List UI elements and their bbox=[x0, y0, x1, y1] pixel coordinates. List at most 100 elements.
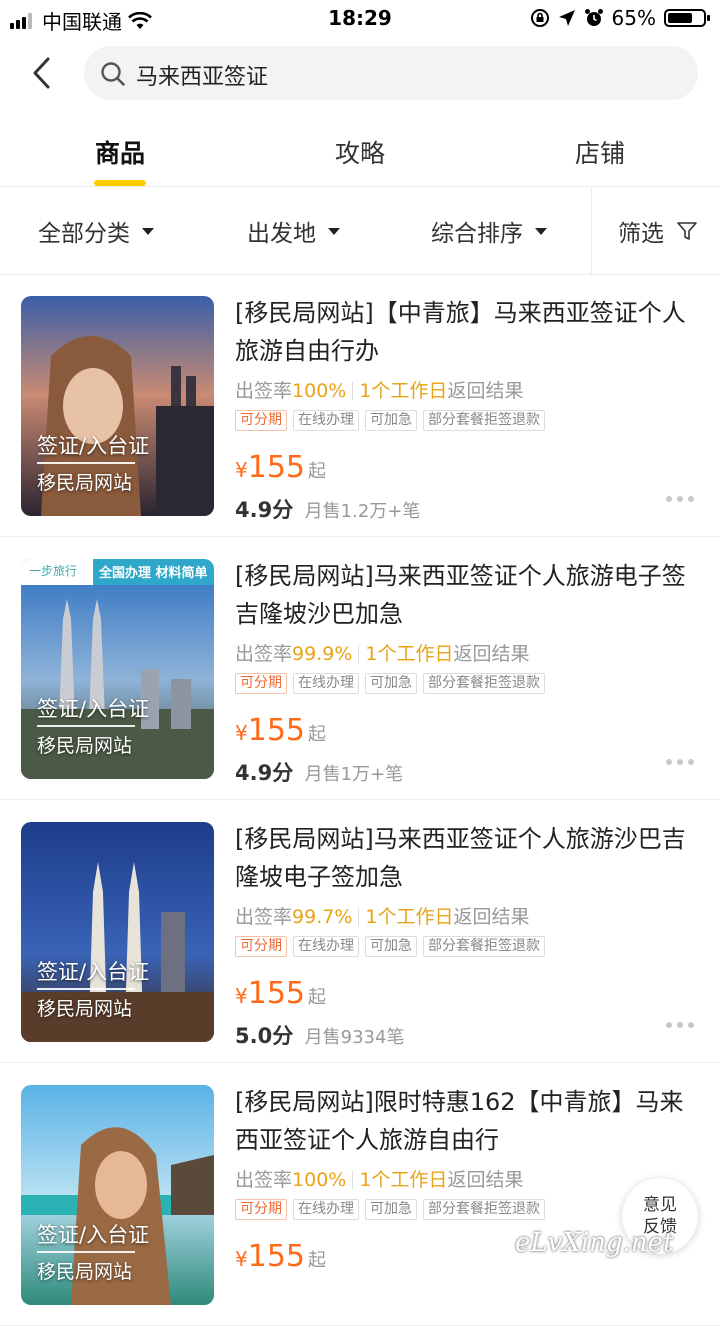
rate-label: 出签率 bbox=[235, 906, 293, 928]
tag-online: 在线办理 bbox=[293, 936, 359, 957]
thumb-banner-brand: 一步旅行 bbox=[29, 564, 78, 578]
alarm-icon bbox=[584, 9, 603, 26]
rate-line: 出签率100% 1个工作日返回结果 bbox=[235, 376, 523, 403]
product-thumbnail: 签证/入台证 移民局网站 bbox=[21, 822, 214, 1042]
thumb-divider bbox=[37, 988, 135, 990]
rating-score: 4.9分 bbox=[235, 761, 294, 785]
filter-sort[interactable]: 综合排序 bbox=[431, 214, 547, 248]
price: ¥155 起 bbox=[235, 713, 326, 748]
filter-label: 筛选 bbox=[618, 221, 664, 247]
caret-down-icon bbox=[535, 227, 547, 235]
active-tab-indicator bbox=[94, 180, 146, 186]
tag-expedite: 可加急 bbox=[365, 673, 417, 694]
orientation-lock-icon bbox=[530, 9, 549, 27]
price: ¥155 起 bbox=[235, 450, 326, 485]
search-icon bbox=[101, 62, 125, 86]
monthly-sales: 月售9334笔 bbox=[304, 1027, 405, 1048]
price: ¥155 起 bbox=[235, 1239, 326, 1274]
battery-icon bbox=[664, 9, 710, 27]
days-suffix: 返回结果 bbox=[447, 380, 524, 402]
tag-refund: 部分套餐拒签退款 bbox=[423, 410, 545, 431]
price-suffix: 起 bbox=[308, 461, 326, 482]
filter-divider bbox=[591, 188, 592, 274]
filter-category[interactable]: 全部分类 bbox=[38, 214, 154, 248]
product-thumbnail: 签证/入台证 移民局网站 bbox=[21, 1085, 214, 1305]
status-bar: 中国联通 18:29 65% bbox=[0, 0, 720, 36]
thumb-caption: 签证/入台证 bbox=[37, 960, 150, 984]
thumb-caption: 签证/入台证 bbox=[37, 434, 150, 458]
rating-score: 5.0分 bbox=[235, 1024, 294, 1048]
product-card[interactable]: 签证/入台证 移民局网站 [移民局网站]限时特惠162【中青旅】马来西亚签证个人… bbox=[0, 1063, 720, 1326]
filter-label: 综合排序 bbox=[431, 221, 523, 247]
tag-refund: 部分套餐拒签退款 bbox=[423, 673, 545, 694]
product-title[interactable]: [移民局网站]【中青旅】马来西亚签证个人旅游自由行办 bbox=[235, 294, 700, 370]
rate-label: 出签率 bbox=[235, 643, 293, 665]
rate-line: 出签率99.9% 1个工作日返回结果 bbox=[235, 639, 529, 666]
tag-row: 可分期 在线办理 可加急 部分套餐拒签退款 bbox=[235, 410, 545, 431]
product-thumbnail: 签证/入台证 移民局网站 bbox=[21, 296, 214, 516]
filter-label: 出发地 bbox=[247, 221, 316, 247]
monthly-sales: 月售1.2万+笔 bbox=[304, 501, 421, 522]
product-card[interactable]: 一步旅行 全国办理 材料简单 签证/入台证 移民局网站 [移民局网站]马来西亚签… bbox=[0, 537, 720, 800]
tab-products[interactable]: 商品 bbox=[40, 134, 200, 186]
tag-online: 在线办理 bbox=[293, 410, 359, 431]
back-arrow-icon[interactable] bbox=[28, 56, 58, 90]
tag-installment: 可分期 bbox=[235, 673, 287, 694]
thumb-caption: 签证/入台证 bbox=[37, 697, 150, 721]
search-header: 马来西亚签证 bbox=[0, 44, 720, 102]
thumb-subcaption: 移民局网站 bbox=[37, 735, 133, 757]
tab-label: 商品 bbox=[94, 139, 145, 168]
location-arrow-icon bbox=[558, 10, 575, 26]
more-options-icon[interactable] bbox=[666, 496, 694, 502]
watermark: eLvXing.net bbox=[515, 1228, 674, 1258]
result-tabs: 商品 攻略 店铺 bbox=[0, 122, 720, 187]
tag-installment: 可分期 bbox=[235, 1199, 287, 1220]
currency-symbol: ¥ bbox=[235, 721, 248, 745]
price-value: 155 bbox=[247, 976, 305, 1011]
tag-row: 可分期 在线办理 可加急 部分套餐拒签退款 bbox=[235, 1199, 545, 1220]
product-card[interactable]: 签证/入台证 移民局网站 [移民局网站]马来西亚签证个人旅游沙巴吉隆坡电子签加急… bbox=[0, 800, 720, 1063]
processing-days: 1个工作日 bbox=[359, 1169, 448, 1191]
filter-origin[interactable]: 出发地 bbox=[247, 214, 340, 248]
more-options-icon[interactable] bbox=[666, 1022, 694, 1028]
currency-symbol: ¥ bbox=[235, 458, 248, 482]
search-input[interactable]: 马来西亚签证 bbox=[84, 46, 698, 100]
thumb-banner-text: 全国办理 材料简单 bbox=[99, 566, 208, 581]
rate-line: 出签率99.7% 1个工作日返回结果 bbox=[235, 902, 529, 929]
days-suffix: 返回结果 bbox=[447, 1169, 524, 1191]
processing-days: 1个工作日 bbox=[359, 380, 448, 402]
product-title[interactable]: [移民局网站]马来西亚签证个人旅游沙巴吉隆坡电子签加急 bbox=[235, 820, 700, 896]
more-options-icon[interactable] bbox=[666, 759, 694, 765]
approval-rate: 100% bbox=[292, 380, 347, 402]
thumb-divider bbox=[37, 462, 135, 464]
price-suffix: 起 bbox=[308, 987, 326, 1008]
thumb-divider bbox=[37, 1251, 135, 1253]
tag-installment: 可分期 bbox=[235, 936, 287, 957]
product-title[interactable]: [移民局网站]限时特惠162【中青旅】马来西亚签证个人旅游自由行 bbox=[235, 1083, 700, 1159]
tab-guides[interactable]: 攻略 bbox=[280, 134, 440, 170]
tag-online: 在线办理 bbox=[293, 673, 359, 694]
product-title[interactable]: [移民局网站]马来西亚签证个人旅游电子签吉隆坡沙巴加急 bbox=[235, 557, 700, 633]
funnel-icon bbox=[677, 222, 697, 240]
currency-symbol: ¥ bbox=[235, 984, 248, 1008]
price-suffix: 起 bbox=[308, 724, 326, 745]
price: ¥155 起 bbox=[235, 976, 326, 1011]
caret-down-icon bbox=[328, 227, 340, 235]
caret-down-icon bbox=[142, 227, 154, 235]
tag-installment: 可分期 bbox=[235, 410, 287, 431]
tag-row: 可分期 在线办理 可加急 部分套餐拒签退款 bbox=[235, 936, 545, 957]
rating-sales: 4.9分 月售1.2万+笔 bbox=[235, 494, 420, 524]
filter-label: 全部分类 bbox=[38, 221, 130, 247]
filter-screen[interactable]: 筛选 bbox=[618, 214, 698, 248]
rate-label: 出签率 bbox=[235, 1169, 293, 1191]
tab-shops[interactable]: 店铺 bbox=[520, 134, 680, 170]
days-suffix: 返回结果 bbox=[453, 906, 530, 928]
approval-rate: 99.7% bbox=[292, 906, 353, 928]
processing-days: 1个工作日 bbox=[365, 643, 454, 665]
product-card[interactable]: 签证/入台证 移民局网站 [移民局网站]【中青旅】马来西亚签证个人旅游自由行办 … bbox=[0, 274, 720, 537]
filter-bar: 全部分类 出发地 综合排序 筛选 bbox=[0, 188, 720, 275]
thumb-subcaption: 移民局网站 bbox=[37, 998, 133, 1020]
rating-sales: 5.0分 月售9334笔 bbox=[235, 1020, 404, 1050]
processing-days: 1个工作日 bbox=[365, 906, 454, 928]
tab-label: 店铺 bbox=[574, 139, 625, 168]
